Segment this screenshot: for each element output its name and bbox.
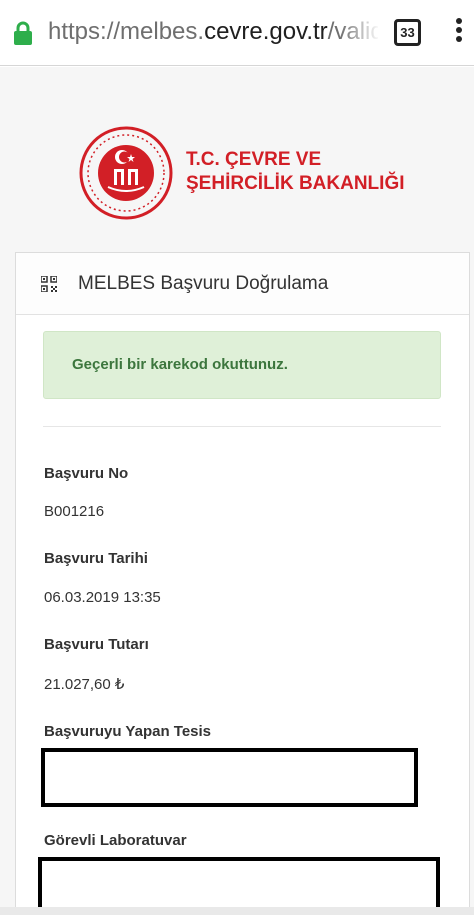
- application-amount-label: Başvuru Tutarı: [44, 636, 149, 653]
- divider: [43, 426, 441, 427]
- application-no-label: Başvuru No: [44, 465, 129, 482]
- url-text[interactable]: https://melbes.cevre.gov.tr/valida: [48, 15, 378, 49]
- success-alert-text: Geçerli bir karekod okuttunuz.: [72, 356, 288, 373]
- application-amount-value: 21.027,60 ₺: [44, 676, 125, 693]
- tab-switcher-button[interactable]: 33: [394, 19, 421, 46]
- success-alert: Geçerli bir karekod okuttunuz.: [43, 331, 441, 399]
- card-title: MELBES Başvuru Doğrulama: [78, 273, 329, 294]
- card-header: MELBES Başvuru Doğrulama: [16, 253, 469, 315]
- ministry-emblem-icon: [79, 126, 173, 220]
- url-scheme: https://melbes.: [48, 18, 205, 45]
- ministry-name-line1: T.C. ÇEVRE VE: [186, 149, 322, 170]
- url-fade: [340, 12, 380, 52]
- applicant-facility-label: Başvuruyu Yapan Tesis: [44, 723, 212, 740]
- assigned-laboratory-label: Görevli Laboratuvar: [44, 832, 187, 849]
- ministry-name-line2: ŞEHİRCİLİK BAKANLIĞI: [186, 173, 405, 194]
- application-date-value: 06.03.2019 13:35: [44, 589, 161, 606]
- ministry-name: T.C. ÇEVRE VE ŞEHİRCİLİK BAKANLIĞI: [186, 148, 406, 196]
- browser-address-bar[interactable]: https://melbes.cevre.gov.tr/valida 33: [0, 0, 474, 66]
- application-no-value: B001216: [44, 503, 105, 520]
- overflow-menu-icon[interactable]: [452, 18, 466, 48]
- url-host: cevre.gov.tr: [204, 18, 328, 45]
- lock-icon: [14, 21, 32, 45]
- ministry-logo: T.C. ÇEVRE VE ŞEHİRCİLİK BAKANLIĞI: [78, 125, 405, 221]
- applicant-facility-redacted-value: [41, 748, 418, 807]
- bottom-edge: [0, 907, 474, 915]
- verification-card: MELBES Başvuru Doğrulama Geçerli bir kar…: [15, 252, 470, 915]
- application-date-label: Başvuru Tarihi: [44, 550, 148, 567]
- qr-code-icon: [41, 276, 57, 292]
